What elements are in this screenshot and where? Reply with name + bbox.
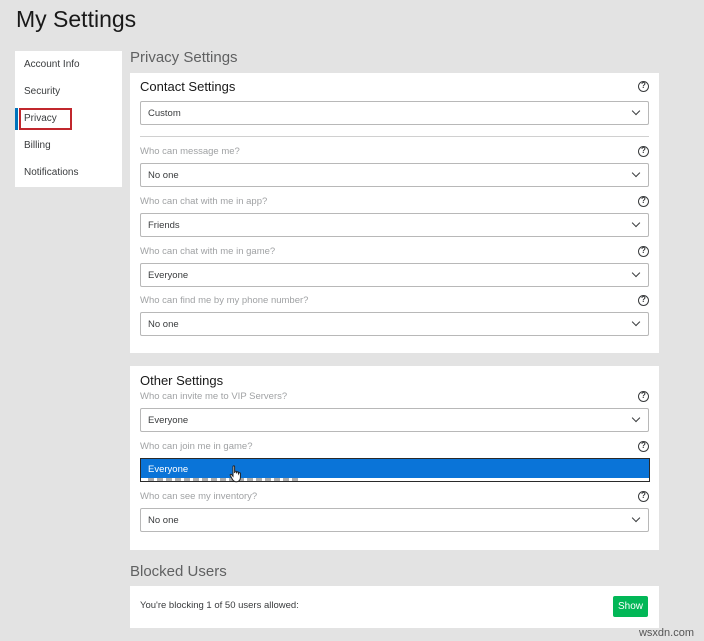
vip-invite-select[interactable]: Everyone: [140, 408, 649, 432]
select-value: Friends: [148, 220, 180, 231]
show-blocked-button[interactable]: Show: [613, 596, 648, 617]
select-value: Everyone: [148, 415, 189, 426]
chevron-down-icon: [631, 317, 641, 327]
blocked-users-heading: Blocked Users: [130, 563, 227, 580]
blocking-count-text: You're blocking 1 of 50 users allowed:: [140, 600, 299, 611]
help-icon[interactable]: ?: [638, 196, 649, 207]
field-label: Who can chat with me in app?: [140, 196, 268, 207]
page-title: My Settings: [16, 6, 137, 32]
chevron-down-icon: [631, 218, 641, 228]
chat-in-app-select[interactable]: Friends: [140, 213, 649, 237]
nav-item-notifications[interactable]: Notifications: [15, 162, 122, 184]
other-settings-title: Other Settings: [140, 373, 224, 388]
select-value: No one: [148, 170, 179, 181]
field-label: Who can see my inventory?: [140, 491, 258, 502]
field-label: Who can chat with me in game?: [140, 246, 276, 257]
chevron-down-icon: [631, 268, 641, 278]
watermark: wsxdn.com: [638, 627, 694, 639]
dropdown-option-selected[interactable]: Everyone: [141, 459, 649, 478]
chevron-down-icon: [631, 413, 641, 423]
select-value: No one: [148, 319, 179, 330]
help-icon[interactable]: ?: [638, 391, 649, 402]
divider: [140, 136, 649, 137]
help-icon[interactable]: ?: [638, 81, 649, 92]
inventory-visibility-select[interactable]: No one: [140, 508, 649, 532]
hand-cursor-icon: [229, 465, 241, 483]
blocked-users-panel: You're blocking 1 of 50 users allowed: S…: [130, 586, 659, 628]
select-value: Custom: [148, 108, 181, 119]
help-icon[interactable]: ?: [638, 146, 649, 157]
chevron-down-icon: [631, 513, 641, 523]
field-label: Who can join me in game?: [140, 441, 253, 452]
dropdown-option-partial[interactable]: [148, 478, 298, 481]
nav-item-security[interactable]: Security: [15, 81, 122, 103]
help-icon[interactable]: ?: [638, 246, 649, 257]
privacy-settings-heading: Privacy Settings: [130, 49, 238, 66]
find-by-phone-select[interactable]: No one: [140, 312, 649, 336]
message-me-select[interactable]: No one: [140, 163, 649, 187]
help-icon[interactable]: ?: [638, 295, 649, 306]
select-value: No one: [148, 515, 179, 526]
help-icon[interactable]: ?: [638, 491, 649, 502]
join-game-dropdown[interactable]: Everyone: [140, 458, 650, 482]
privacy-highlight-box: [19, 108, 72, 130]
field-label: Who can find me by my phone number?: [140, 295, 309, 306]
chat-in-game-select[interactable]: Everyone: [140, 263, 649, 287]
chevron-down-icon: [631, 168, 641, 178]
contact-settings-title: Contact Settings: [140, 79, 236, 94]
nav-item-account-info[interactable]: Account Info: [15, 54, 122, 76]
chevron-down-icon: [631, 106, 641, 116]
field-label: Who can invite me to VIP Servers?: [140, 391, 288, 402]
select-value: Everyone: [148, 270, 189, 281]
help-icon[interactable]: ?: [638, 441, 649, 452]
contact-preset-select[interactable]: Custom: [140, 101, 649, 125]
nav-item-billing[interactable]: Billing: [15, 135, 122, 157]
field-label: Who can message me?: [140, 146, 240, 157]
contact-settings-panel: Contact Settings ? Custom Who can messag…: [130, 73, 659, 353]
